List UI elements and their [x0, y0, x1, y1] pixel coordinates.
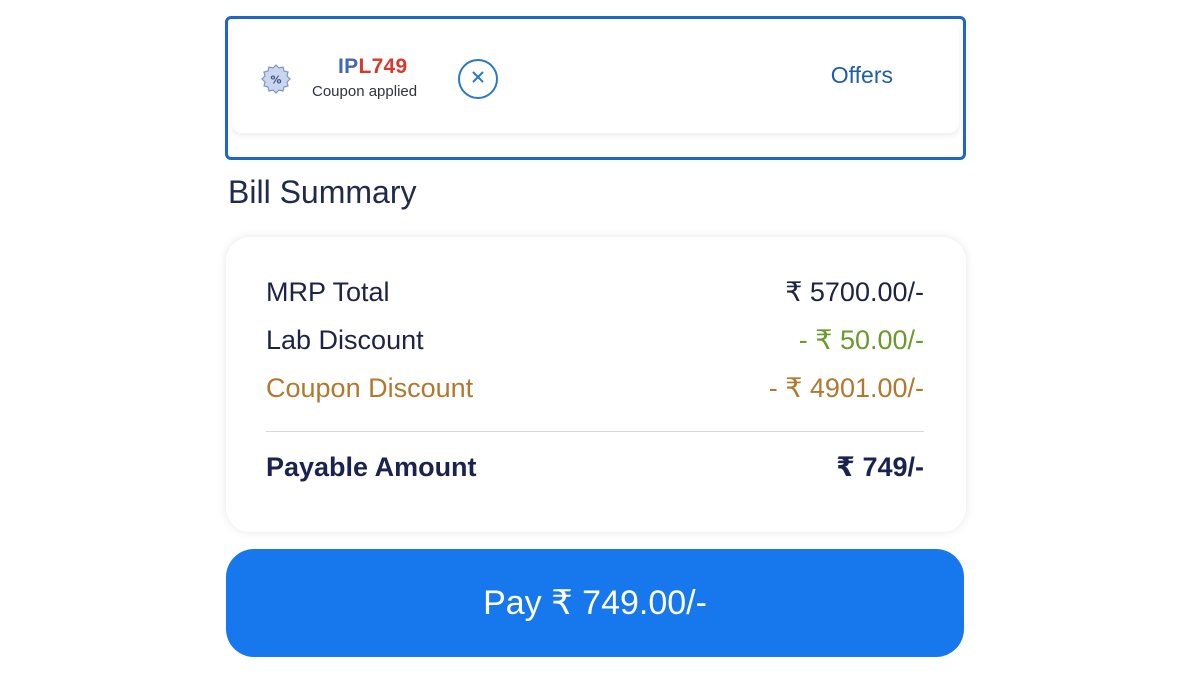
coupon-code: IPL749	[338, 55, 408, 78]
bill-summary-card: MRP Total ₹ 5700.00/- Lab Discount - ₹ 5…	[226, 237, 966, 532]
bill-summary-title: Bill Summary	[228, 174, 417, 210]
coupon-discount-value: - ₹ 4901.00/-	[768, 373, 924, 403]
mrp-total-value: ₹ 5700.00/-	[785, 277, 924, 307]
coupon-status-text: Coupon applied	[312, 83, 418, 100]
coupon-card: % IPL749 Coupon applied Offers	[225, 16, 966, 160]
lab-discount-row: Lab Discount - ₹ 50.00/-	[266, 325, 924, 356]
coupon-applied-panel: % IPL749 Coupon applied Offers	[232, 23, 959, 133]
mrp-total-row: MRP Total ₹ 5700.00/-	[266, 277, 924, 308]
coupon-discount-row: Coupon Discount - ₹ 4901.00/-	[266, 373, 924, 404]
offers-link[interactable]: Offers	[831, 62, 893, 89]
divider	[266, 431, 924, 432]
payable-amount-row: Payable Amount ₹ 749/-	[266, 452, 924, 483]
coupon-discount-label: Coupon Discount	[266, 373, 474, 403]
close-icon	[470, 69, 486, 90]
remove-coupon-button[interactable]	[458, 59, 498, 99]
pay-button[interactable]: Pay ₹ 749.00/-	[226, 549, 964, 657]
mrp-total-label: MRP Total	[266, 277, 390, 307]
svg-text:%: %	[270, 74, 281, 87]
lab-discount-value: - ₹ 50.00/-	[798, 325, 924, 355]
percent-badge-icon: %	[260, 63, 292, 95]
lab-discount-label: Lab Discount	[266, 325, 424, 355]
payable-amount-value: ₹ 749/-	[836, 452, 924, 482]
payable-amount-label: Payable Amount	[266, 452, 477, 482]
